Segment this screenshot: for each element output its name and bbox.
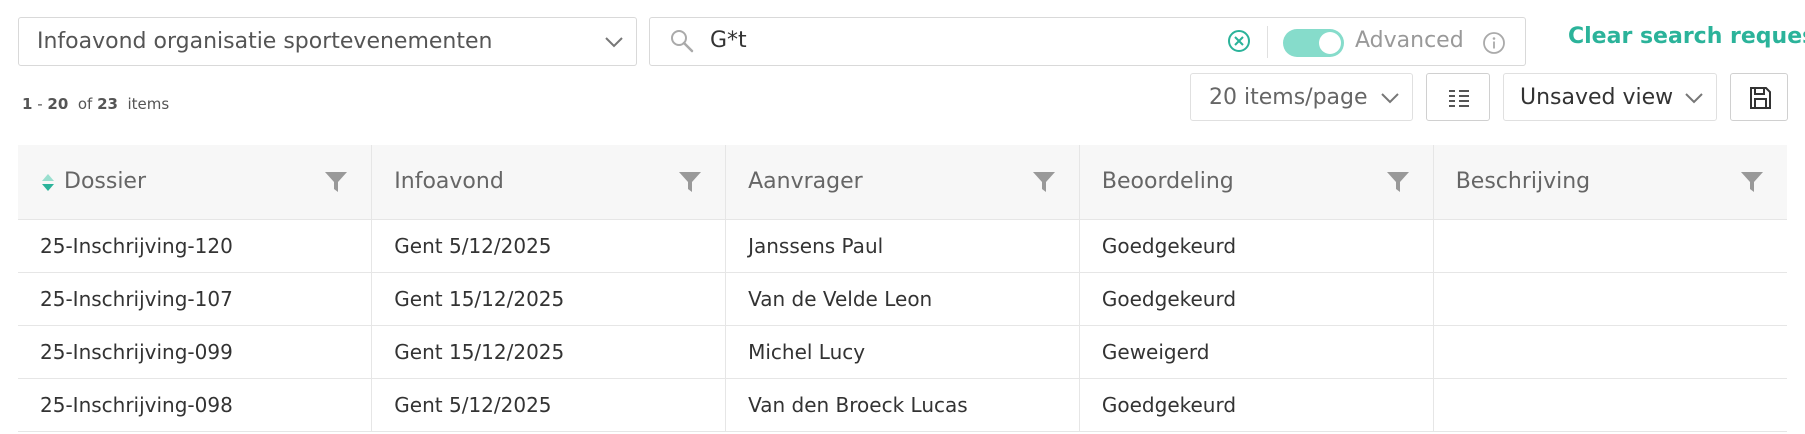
cell-beschrijving <box>1433 378 1787 432</box>
column-header-infoavond[interactable]: Infoavond <box>371 145 727 220</box>
column-label: Aanvrager <box>748 169 863 195</box>
floppy-disk-icon <box>1750 87 1771 109</box>
cell-aanvrager: Janssens Paul <box>725 219 1080 273</box>
search-icon <box>671 30 694 53</box>
of-label: of <box>77 95 93 113</box>
columns-icon <box>1449 90 1469 107</box>
filter-icon[interactable] <box>677 169 703 195</box>
clear-search-request-link[interactable]: Clear search request <box>1568 24 1805 49</box>
column-header-beoordeling[interactable]: Beoordeling <box>1079 145 1434 220</box>
range-start: 1 <box>22 95 33 113</box>
filter-icon[interactable] <box>1385 169 1411 195</box>
table-row[interactable]: 25-Inschrijving-098 Gent 5/12/2025 Van d… <box>18 378 1787 432</box>
cell-beschrijving <box>1433 272 1787 326</box>
filter-icon[interactable] <box>323 169 349 195</box>
cell-dossier: 25-Inschrijving-107 <box>18 272 373 326</box>
cell-infoavond: Gent 15/12/2025 <box>371 272 727 326</box>
total-count: 23 <box>97 95 118 113</box>
view-select-value: Unsaved view <box>1520 84 1674 110</box>
search-field[interactable]: G*t Advanced <box>649 17 1526 66</box>
filter-icon[interactable] <box>1739 169 1765 195</box>
filter-icon[interactable] <box>1031 169 1057 195</box>
column-label: Infoavond <box>394 169 504 195</box>
column-label: Beschrijving <box>1455 169 1591 195</box>
items-label: items <box>127 95 170 113</box>
view-select[interactable]: Unsaved view <box>1503 73 1717 121</box>
chevron-down-icon <box>1685 93 1703 104</box>
cell-dossier: 25-Inschrijving-098 <box>18 378 373 432</box>
items-per-page-value: 20 items/page <box>1209 84 1368 110</box>
column-header-dossier[interactable]: Dossier <box>18 145 373 220</box>
chevron-down-icon <box>1381 93 1399 104</box>
column-label: Beoordeling <box>1101 169 1234 195</box>
cell-beoordeling: Geweigerd <box>1079 325 1434 379</box>
cell-aanvrager: Michel Lucy <box>725 325 1080 379</box>
cell-aanvrager: Van de Velde Leon <box>725 272 1080 326</box>
cell-dossier: 25-Inschrijving-099 <box>18 325 373 379</box>
table-row[interactable]: 25-Inschrijving-120 Gent 5/12/2025 Janss… <box>18 219 1787 273</box>
cell-beschrijving <box>1433 325 1787 379</box>
column-header-beschrijving[interactable]: Beschrijving <box>1433 145 1787 220</box>
cell-infoavond: Gent 5/12/2025 <box>371 378 727 432</box>
toggle-knob <box>1319 32 1341 54</box>
cell-infoavond: Gent 5/12/2025 <box>371 219 727 273</box>
cell-beoordeling: Goedgekeurd <box>1079 378 1434 432</box>
pagination-count: 1 - 20 of 23 items <box>22 95 170 113</box>
advanced-toggle[interactable] <box>1283 29 1344 57</box>
sort-icon[interactable] <box>40 171 56 193</box>
save-view-button[interactable] <box>1730 73 1788 121</box>
table-row[interactable]: 25-Inschrijving-099 Gent 15/12/2025 Mich… <box>18 325 1787 379</box>
cell-dossier: 25-Inschrijving-120 <box>18 219 373 273</box>
table-row[interactable]: 25-Inschrijving-107 Gent 15/12/2025 Van … <box>18 272 1787 326</box>
infoavond-select[interactable]: Infoavond organisatie sportevenementen <box>18 17 637 66</box>
cell-aanvrager: Van den Broeck Lucas <box>725 378 1080 432</box>
chevron-down-icon <box>605 37 623 48</box>
column-header-aanvrager[interactable]: Aanvrager <box>725 145 1080 220</box>
cell-infoavond: Gent 15/12/2025 <box>371 325 727 379</box>
column-settings-button[interactable] <box>1426 73 1490 121</box>
results-table: Dossier Infoavond Aanvrager Beoordeling <box>18 145 1787 432</box>
search-divider <box>1267 26 1268 58</box>
table-header-row: Dossier Infoavond Aanvrager Beoordeling <box>18 145 1787 220</box>
clear-search-icon[interactable] <box>1225 27 1253 55</box>
cell-beoordeling: Goedgekeurd <box>1079 272 1434 326</box>
column-label: Dossier <box>64 169 147 195</box>
range-end: 20 <box>47 95 69 113</box>
cell-beoordeling: Goedgekeurd <box>1079 219 1434 273</box>
items-per-page-select[interactable]: 20 items/page <box>1190 73 1413 121</box>
info-icon[interactable] <box>1481 30 1507 56</box>
search-input[interactable]: G*t <box>710 28 747 53</box>
infoavond-select-value: Infoavond organisatie sportevenementen <box>37 29 493 54</box>
cell-beschrijving <box>1433 219 1787 273</box>
advanced-label: Advanced <box>1355 28 1464 53</box>
